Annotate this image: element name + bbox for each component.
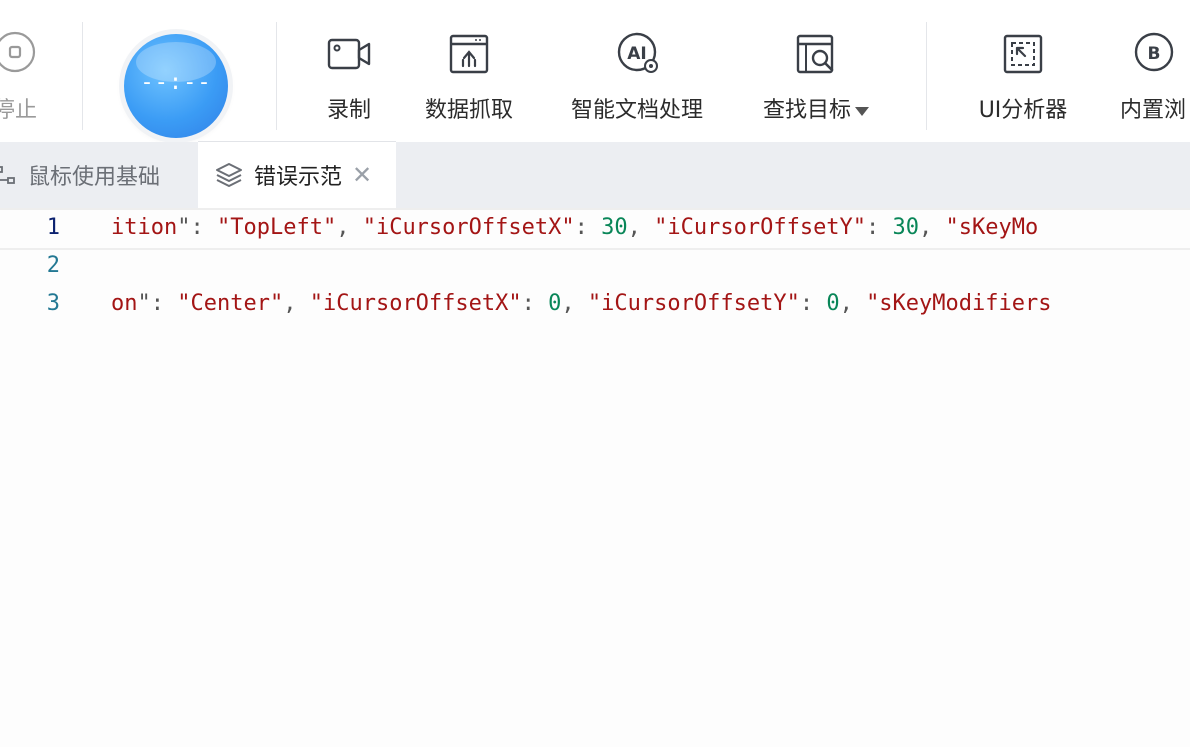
code-text-fragment: "iCursorOffsetY"	[587, 291, 800, 316]
line-number: 1	[46, 215, 60, 240]
code-text-fragment: "iCursorOffsetY"	[654, 215, 867, 240]
record-camera-icon	[327, 38, 371, 70]
tab-mouse-basics[interactable]: 鼠标使用基础	[0, 142, 194, 208]
code-number: 30	[892, 215, 920, 240]
code-punct: ,	[839, 291, 867, 316]
code-line[interactable]: 1 ition": "TopLeft", "iCursorOffsetX": 3…	[0, 208, 1190, 250]
ui-analyzer-label: UI分析器	[978, 98, 1068, 123]
layers-icon	[216, 163, 242, 187]
timer-text: --:--	[140, 70, 212, 95]
ai-document-icon: AI	[617, 32, 658, 73]
code-text-fragment: "iCursorOffsetX"	[362, 215, 575, 240]
code-punct: ":	[177, 215, 217, 240]
code-text: on": "Center", "iCursorOffsetX": 0, "iCu…	[111, 286, 1052, 322]
code-punct: ":	[137, 291, 178, 316]
find-target-text: 查找目标	[762, 98, 851, 123]
find-target-icon	[796, 34, 834, 74]
tab-error-example[interactable]: 错误示范 ✕	[198, 141, 396, 208]
code-text-fragment: "sKeyModifiers	[866, 291, 1052, 316]
code-punct: ,	[336, 215, 363, 240]
find-target-label: 查找目标	[752, 92, 880, 124]
data-scrape-icon	[449, 34, 489, 74]
code-text-fragment: "iCursorOffsetX"	[309, 291, 522, 316]
record-label: 录制	[326, 98, 371, 123]
data-scrape-button[interactable]: 数据抓取	[414, 0, 524, 142]
code-text-fragment: "sKeyMo	[945, 215, 1039, 240]
code-punct: :	[521, 291, 549, 316]
data-scrape-label: 数据抓取	[424, 98, 513, 123]
ai-document-button[interactable]: AI 智能文档处理	[560, 0, 714, 142]
code-punct: ,	[561, 291, 588, 316]
code-number: 30	[601, 215, 628, 240]
code-punct: :	[866, 215, 893, 240]
code-punct: :	[574, 215, 602, 240]
builtin-browser-button[interactable]: B 内置浏	[1118, 0, 1190, 142]
code-text-fragment: ition	[111, 215, 178, 240]
ai-document-label: 智能文档处理	[570, 98, 703, 123]
builtin-browser-label: 内置浏	[1120, 98, 1187, 123]
code-editor[interactable]: 1 ition": "TopLeft", "iCursorOffsetX": 3…	[0, 208, 1190, 747]
chevron-down-icon[interactable]	[855, 106, 869, 116]
svg-text:B: B	[1148, 44, 1161, 64]
stop-icon	[0, 31, 36, 73]
code-punct: ,	[919, 215, 946, 240]
close-icon[interactable]: ✕	[352, 163, 372, 187]
toolbar-divider	[926, 22, 927, 130]
flow-icon	[0, 166, 15, 184]
recording-timer[interactable]: --:--	[124, 34, 228, 138]
find-target-button[interactable]: 查找目标	[752, 0, 880, 142]
record-button[interactable]: 录制	[304, 0, 394, 142]
line-number: 2	[46, 253, 60, 278]
code-text: ition": "TopLeft", "iCursorOffsetX": 30,…	[111, 210, 1038, 246]
ribbon-toolbar: 停止 --:-- 录制 数据抓取 AI 智能文档处理 查找目标 UI分析器 B …	[0, 0, 1190, 142]
toolbar-divider	[276, 22, 277, 130]
ui-analyzer-button[interactable]: UI分析器	[966, 0, 1080, 142]
code-punct: ,	[283, 291, 310, 316]
document-tab-bar: 鼠标使用基础 错误示范 ✕	[0, 141, 1190, 208]
svg-text:AI: AI	[627, 44, 646, 64]
code-line[interactable]: 3 on": "Center", "iCursorOffsetX": 0, "i…	[0, 286, 1190, 324]
stop-label: 停止	[0, 98, 37, 123]
toolbar-divider	[82, 22, 83, 130]
code-punct: ,	[627, 215, 655, 240]
code-number: 0	[826, 291, 840, 316]
code-line[interactable]: 2	[0, 248, 1190, 286]
tab-label: 鼠标使用基础	[28, 165, 161, 190]
code-text-fragment: "TopLeft"	[216, 215, 337, 240]
line-number: 3	[46, 291, 60, 316]
code-text-fragment: "Center"	[177, 291, 284, 316]
builtin-browser-icon: B	[1134, 32, 1174, 72]
stop-button[interactable]: 停止	[0, 0, 50, 142]
code-number: 0	[548, 291, 562, 316]
code-text-fragment: on	[111, 291, 138, 316]
tab-label: 错误示范	[254, 165, 343, 190]
code-punct: :	[799, 291, 827, 316]
ui-analyzer-icon	[1003, 34, 1043, 74]
